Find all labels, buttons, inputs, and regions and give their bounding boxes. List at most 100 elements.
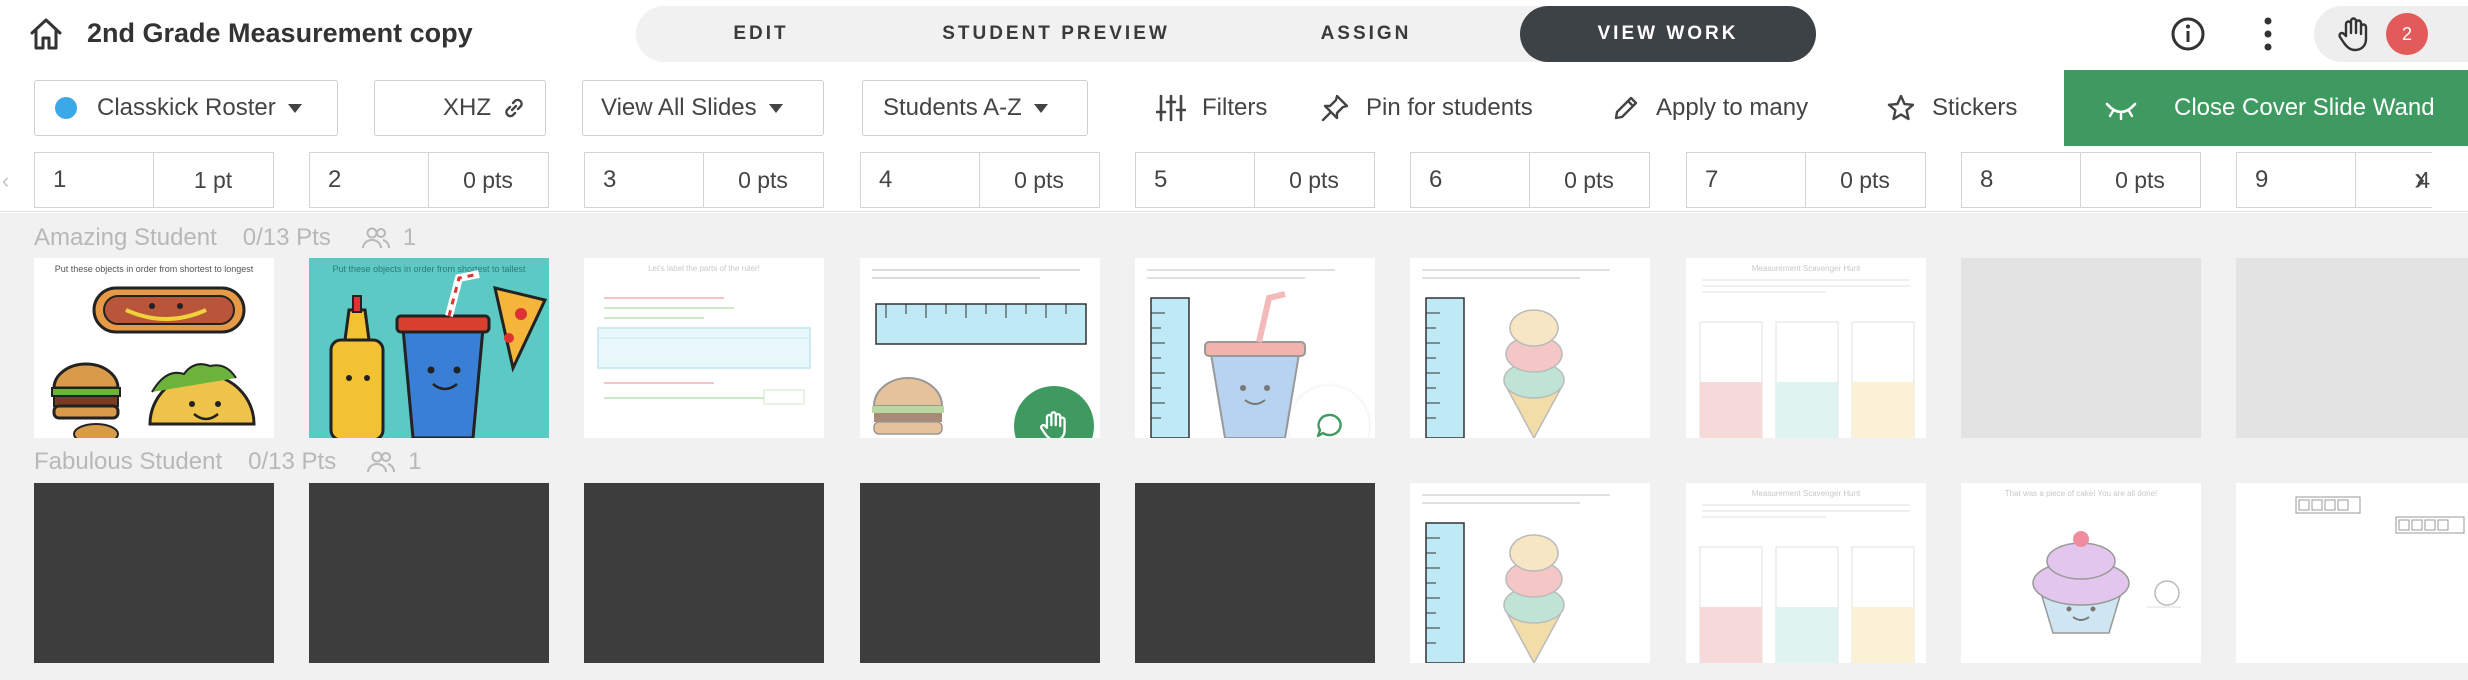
slide-thumbnail[interactable] <box>1135 258 1375 438</box>
tab-assign[interactable]: ASSIGN <box>1276 6 1456 62</box>
roster-select[interactable]: Classkick Roster <box>34 80 338 136</box>
star-icon <box>1886 93 1916 123</box>
food-illustration <box>51 286 256 438</box>
slide-header-5[interactable]: 5 0 pts <box>1135 152 1375 208</box>
toolbar: Classkick Roster XHZ View All Slides Stu… <box>0 68 2468 146</box>
apply-to-many-button[interactable]: Apply to many <box>1612 80 1808 136</box>
slide-number: 4 <box>879 166 893 193</box>
slide-header-7[interactable]: 7 0 pts <box>1686 152 1926 208</box>
student-score: 0/13 Pts <box>242 224 331 251</box>
slide-points: 0 pts <box>1289 167 1339 193</box>
helpers-icon <box>366 451 396 473</box>
slide-thumbnail[interactable]: That was a piece of cake! You are all do… <box>1961 483 2201 663</box>
slide-thumbnail-covered[interactable] <box>34 483 274 663</box>
slide-header-1[interactable]: 1 1 pt <box>34 152 274 208</box>
scavenger-hunt-chart <box>1699 279 1915 438</box>
close-cover-slide-wand-button[interactable]: Close Cover Slide Wand <box>2064 70 2468 146</box>
slide-number: 9 <box>2255 166 2269 193</box>
slide-points: 0 pts <box>1564 167 1614 193</box>
slide-header-3[interactable]: 3 0 pts <box>584 152 824 208</box>
slide-header-9[interactable]: 9 4 <box>2236 152 2432 208</box>
slide-number: 1 <box>53 166 67 193</box>
slide-number: 3 <box>603 166 617 193</box>
slide-header-2[interactable]: 2 0 pts <box>309 152 549 208</box>
caret-down-icon <box>287 103 302 113</box>
slide-thumbnail[interactable]: Put these objects in order from shortest… <box>34 258 274 438</box>
caret-down-icon <box>1033 103 1048 113</box>
student-row-header[interactable]: Amazing Student 0/13 Pts 1 <box>34 221 416 255</box>
sort-label: Students A-Z <box>883 94 1022 121</box>
more-vertical-icon[interactable] <box>2250 12 2286 56</box>
slide-thumbnail-empty[interactable] <box>2236 258 2468 438</box>
slide-points: 0 pts <box>1840 167 1890 193</box>
slide-thumbnail[interactable]: Put these objects in order from shortest… <box>309 258 549 438</box>
student-work-grid: Amazing Student 0/13 Pts 1 Put these obj… <box>0 213 2468 680</box>
stickers-button[interactable]: Stickers <box>1886 80 2017 136</box>
slide-header-6[interactable]: 6 0 pts <box>1410 152 1650 208</box>
slide-thumbnail-covered[interactable] <box>1135 483 1375 663</box>
ruler-icecream-illustration <box>1422 494 1610 663</box>
slide-number: 7 <box>1705 166 1719 193</box>
student-row-header[interactable]: Fabulous Student 0/13 Pts 1 <box>34 445 422 479</box>
home-icon[interactable] <box>26 14 66 54</box>
slides-filter-select[interactable]: View All Slides <box>582 80 824 136</box>
slide-header-4[interactable]: 4 0 pts <box>860 152 1100 208</box>
slide-thumbnail-covered[interactable] <box>584 483 824 663</box>
slide-thumbnail[interactable] <box>1410 483 1650 663</box>
pin-icon <box>1320 93 1350 123</box>
slide-thumbnail[interactable] <box>1410 258 1650 438</box>
tab-student-preview[interactable]: STUDENT PREVIEW <box>916 6 1196 62</box>
scavenger-hunt-chart <box>1699 504 1915 663</box>
helpers-icon <box>361 227 391 249</box>
student-name: Fabulous Student <box>34 448 223 475</box>
slide-thumbnail[interactable] <box>860 258 1100 438</box>
slides-filter-label: View All Slides <box>601 94 757 121</box>
slide-thumbnail[interactable]: Measurement Scavenger Hunt <box>1686 483 1926 663</box>
pin-label: Pin for students <box>1366 94 1533 121</box>
sliders-icon <box>1156 93 1186 123</box>
class-code: XHZ <box>443 94 491 121</box>
slide-thumbnail[interactable] <box>2236 483 2468 663</box>
student-score: 0/13 Pts <box>248 448 337 475</box>
filters-button[interactable]: Filters <box>1156 80 1267 136</box>
helpers-count: 1 <box>408 448 422 475</box>
slide-points: 0 pts <box>1014 167 1064 193</box>
hand-icon[interactable] <box>2334 14 2374 54</box>
slide-number: 2 <box>328 166 342 193</box>
tab-view-work[interactable]: VIEW WORK <box>1520 6 1816 62</box>
slide-number: 8 <box>1980 166 1994 193</box>
student-name: Amazing Student <box>34 224 217 251</box>
apply-label: Apply to many <box>1656 94 1809 121</box>
filters-label: Filters <box>1202 94 1268 121</box>
class-code-box[interactable]: XHZ <box>374 80 546 136</box>
info-icon[interactable] <box>2168 14 2208 54</box>
answer-boxes-illustration <box>2295 496 2465 534</box>
ruler-icecream-illustration <box>1422 269 1610 438</box>
link-icon[interactable] <box>501 95 527 121</box>
slide-number: 5 <box>1154 166 1168 193</box>
slide-header-8[interactable]: 8 0 pts <box>1961 152 2201 208</box>
sort-select[interactable]: Students A-Z <box>862 80 1088 136</box>
slide-thumbnail[interactable]: Let's label the parts of the ruler! <box>584 258 824 438</box>
eye-closed-icon <box>2104 96 2138 120</box>
slide-points: 0 pts <box>738 167 788 193</box>
slide-number-strip: ‹ 1 1 pt 2 0 pts 3 0 pts 4 0 pts 5 0 pts… <box>0 146 2468 212</box>
mode-tabs: EDIT STUDENT PREVIEW ASSIGN VIEW WORK <box>636 6 1816 62</box>
scroll-left-icon[interactable]: ‹ <box>2 168 9 194</box>
slide-thumbnail[interactable]: Measurement Scavenger Hunt <box>1686 258 1926 438</box>
help-count-badge: 2 <box>2386 13 2428 55</box>
help-requests[interactable]: 2 <box>2314 6 2468 62</box>
slide-points: 1 pt <box>193 167 233 193</box>
slide-thumbnail-covered[interactable] <box>860 483 1100 663</box>
close-cover-label: Close Cover Slide Wand <box>2174 94 2435 121</box>
scroll-right-icon[interactable]: › <box>2414 160 2425 199</box>
roster-label: Classkick Roster <box>97 94 276 121</box>
slide-thumbnail-empty[interactable] <box>1961 258 2201 438</box>
cupcake-illustration <box>2032 531 2181 634</box>
tab-edit[interactable]: EDIT <box>676 6 846 62</box>
drinks-illustration <box>329 270 548 438</box>
assignment-title: 2nd Grade Measurement copy <box>87 18 473 48</box>
pin-for-students-button[interactable]: Pin for students <box>1320 80 1533 136</box>
slide-thumbnail-covered[interactable] <box>309 483 549 663</box>
caret-down-icon <box>768 103 783 113</box>
